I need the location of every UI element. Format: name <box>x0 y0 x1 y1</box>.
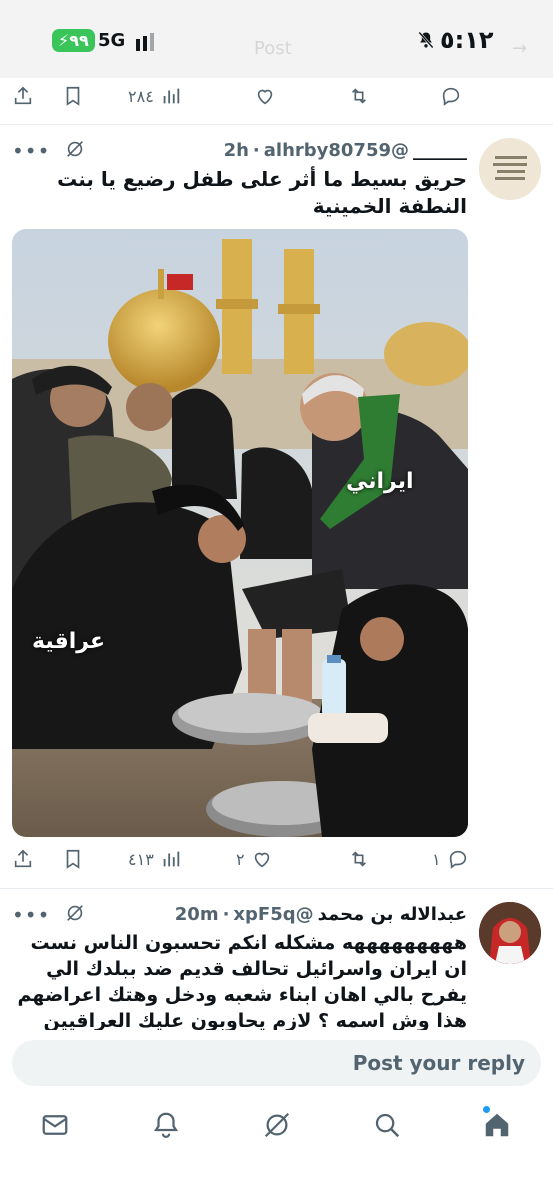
bookmark-button[interactable] <box>62 841 84 877</box>
handle[interactable]: @alhrby80759 <box>264 140 409 161</box>
signal-icon <box>136 33 154 51</box>
bookmark-icon <box>66 849 80 869</box>
tweet[interactable]: عبدالاله بن محمد @xpF5q · 20m ••• هههههه… <box>0 888 553 1030</box>
views-count: ٤١٣ <box>128 849 154 869</box>
reply-count: ١ <box>432 849 441 869</box>
status-bar: Post → ⚡٩٩ 5G ٥:١٢ <box>0 0 553 78</box>
reply-button[interactable] <box>440 78 462 114</box>
repost-icon <box>351 851 367 867</box>
image-label-left: عراقية <box>32 629 105 654</box>
tweet-header-icons: ••• <box>12 902 86 928</box>
views-icon <box>163 88 180 104</box>
share-button[interactable] <box>12 841 34 877</box>
repost-button[interactable] <box>348 841 370 877</box>
heart-icon <box>257 89 273 105</box>
tweet-header: عبدالاله بن محمد @xpF5q · 20m <box>175 902 467 926</box>
tweet-image[interactable]: ايراني عراقية <box>12 229 468 837</box>
bookmark-icon <box>66 86 80 106</box>
battery-indicator: ⚡٩٩ <box>52 29 95 52</box>
share-button[interactable] <box>12 78 34 114</box>
repost-button[interactable] <box>348 78 370 114</box>
reply-bar[interactable] <box>12 1040 541 1086</box>
nav-home[interactable] <box>482 1110 516 1144</box>
tweet-actions: ١ ٢ ٤١٣ <box>0 841 553 877</box>
bell-muted-icon <box>418 31 434 49</box>
heart-icon <box>254 852 269 868</box>
photo-illustration <box>12 229 468 837</box>
like-button[interactable] <box>254 78 276 114</box>
bottom-navigation <box>0 1100 553 1200</box>
views-count: ٢٨٤ <box>128 86 154 106</box>
home-notification-dot <box>483 1106 490 1113</box>
timestamp[interactable]: 2h <box>224 140 249 161</box>
nav-notifications[interactable] <box>151 1110 185 1144</box>
reply-input[interactable] <box>12 1040 541 1086</box>
grok-icon[interactable] <box>64 138 86 164</box>
faded-header-arrow: → <box>512 38 528 59</box>
faded-header-text: Post <box>254 38 292 59</box>
more-options-icon[interactable]: ••• <box>12 903 50 927</box>
repost-icon <box>351 88 367 104</box>
share-icon <box>14 849 32 868</box>
handle[interactable]: @xpF5q <box>233 904 313 925</box>
tweet-header: ______ @alhrby80759 · 2h <box>224 138 467 162</box>
tweet-text: هههههههههه مشكله انكم تحسبون الناس نست ا… <box>17 932 468 1030</box>
avatar[interactable] <box>479 902 541 964</box>
avatar[interactable] <box>479 138 541 200</box>
separator: · <box>252 139 260 161</box>
views-button[interactable]: ٢٨٤ <box>128 78 182 114</box>
avatar-portrait-image <box>479 902 541 964</box>
more-options-icon[interactable]: ••• <box>12 139 50 163</box>
home-icon <box>485 1113 509 1137</box>
views-button[interactable]: ٤١٣ <box>128 841 182 877</box>
grok-icon <box>264 1112 290 1138</box>
share-icon <box>14 86 32 105</box>
nav-search[interactable] <box>372 1110 406 1144</box>
previous-tweet-actions: ٢٨٤ <box>0 78 553 114</box>
mail-icon <box>42 1115 68 1135</box>
separator: · <box>222 903 230 925</box>
image-label-right: ايراني <box>346 469 414 494</box>
timestamp[interactable]: 20m <box>175 904 219 925</box>
tweet-text: حريق بسيط ما أثر على طفل رضيع يا بنت الن… <box>57 167 467 218</box>
views-icon <box>163 851 180 867</box>
tweet-header-icons: ••• <box>12 138 86 164</box>
clock: ٥:١٢ <box>440 26 494 54</box>
bookmark-button[interactable] <box>62 78 84 114</box>
reply-icon <box>449 850 466 869</box>
search-icon <box>375 1113 400 1138</box>
avatar-calligraphy-image <box>479 138 541 200</box>
reply-button[interactable]: ١ <box>432 841 469 877</box>
display-name[interactable]: ______ <box>413 140 467 161</box>
like-button[interactable]: ٢ <box>236 841 273 877</box>
like-count: ٢ <box>236 849 245 869</box>
display-name[interactable]: عبدالاله بن محمد <box>318 904 467 925</box>
reply-icon <box>442 87 460 106</box>
bell-icon <box>153 1112 179 1138</box>
nav-grok[interactable] <box>262 1110 296 1144</box>
grok-icon[interactable] <box>64 902 86 928</box>
nav-messages[interactable] <box>40 1110 74 1144</box>
network-type: 5G <box>98 30 126 51</box>
